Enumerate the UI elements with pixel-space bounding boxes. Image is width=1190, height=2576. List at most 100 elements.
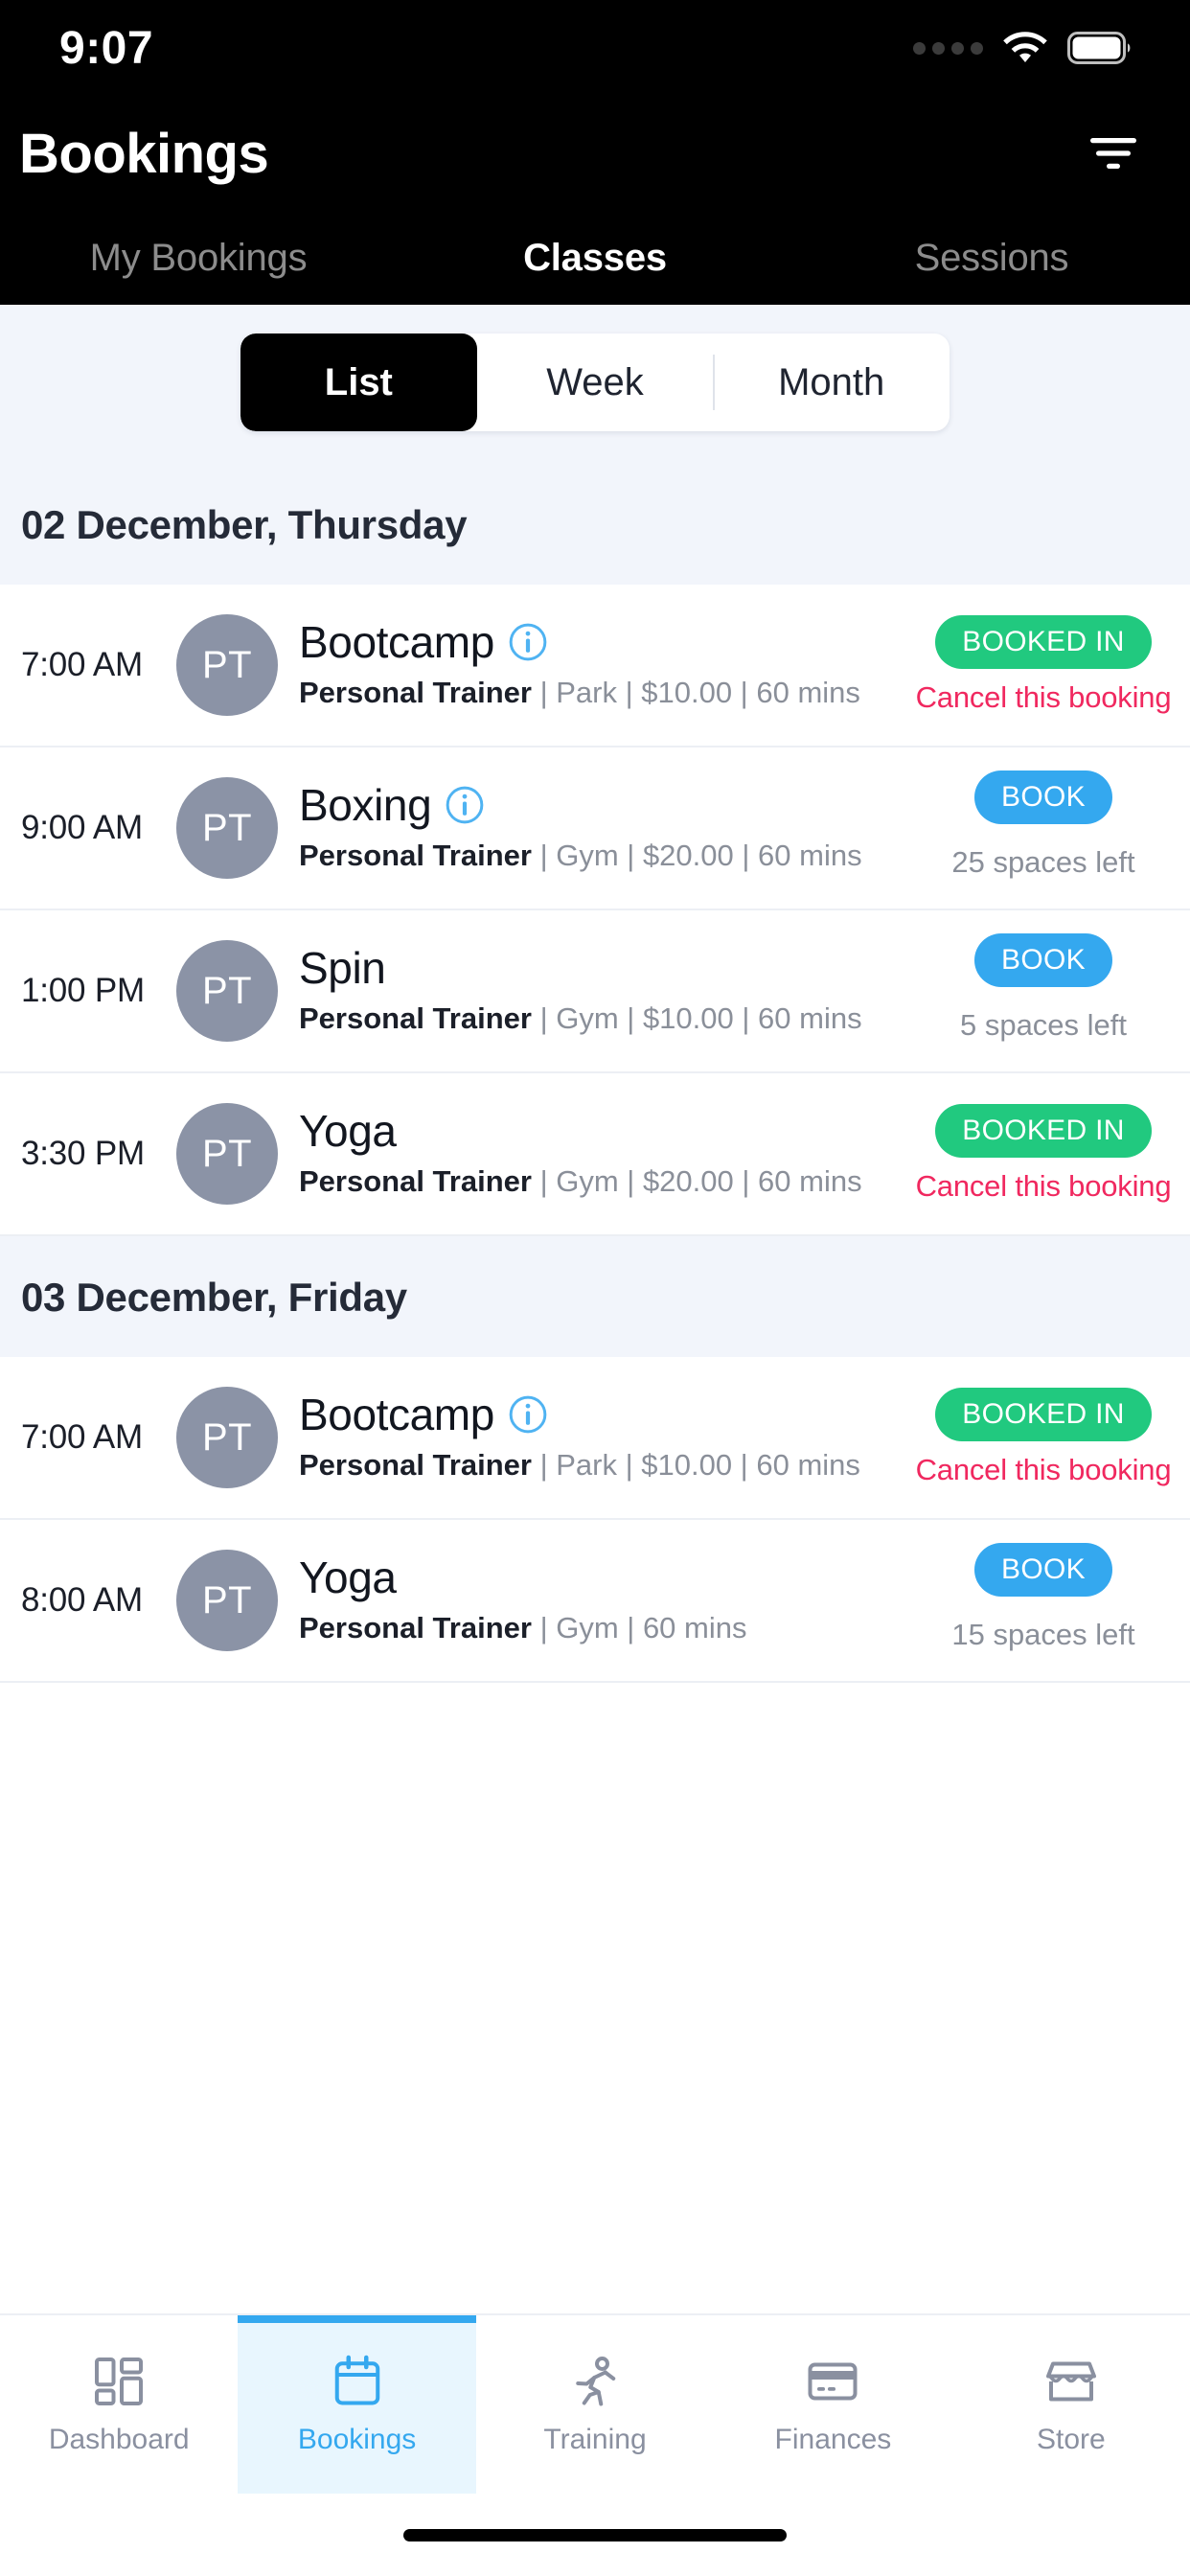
booking-title-row: Yoga (299, 1553, 901, 1602)
home-indicator (403, 2528, 787, 2542)
bottom-navigation: Dashboard Bookings Training Finances Sto… (0, 2313, 1190, 2494)
booking-action: BOOKED IN Cancel this booking (914, 1104, 1173, 1204)
status-bar-indicators (913, 31, 1134, 65)
booking-details: Yoga Personal Trainer | Gym | $20.00 | 60… (299, 1107, 914, 1202)
booking-time: 8:00 AM (21, 1581, 144, 1620)
header-region: 9:07 Bookings My Bookings Classes Sessio… (0, 0, 1190, 305)
nav-item-store[interactable]: Store (952, 2315, 1190, 2494)
booking-action: BOOK 5 spaces left (914, 933, 1173, 1048)
booking-meta: | Gym | $20.00 | 60 mins (531, 1164, 862, 1199)
tab-sessions[interactable]: Sessions (793, 237, 1190, 280)
page-title: Bookings (19, 122, 269, 185)
cancel-booking-link[interactable]: Cancel this booking (916, 680, 1172, 715)
nav-item-bookings[interactable]: Bookings (238, 2315, 477, 2494)
book-button[interactable]: BOOK (974, 1543, 1112, 1598)
booking-action: BOOKED IN Cancel this booking (914, 615, 1173, 715)
booked-in-badge[interactable]: BOOKED IN (935, 615, 1152, 669)
tab-my-bookings[interactable]: My Bookings (0, 237, 397, 280)
trainer-name: Personal Trainer (299, 1164, 532, 1199)
view-toggle-month[interactable]: Month (713, 334, 950, 431)
booking-title: Bootcamp (299, 616, 494, 667)
nav-label-store: Store (1036, 2424, 1106, 2455)
booking-row[interactable]: 8:00 AM PT Yoga Personal Trainer | Gym | 60… (0, 1520, 1190, 1684)
avatar: PT (176, 1103, 278, 1206)
cancel-booking-link[interactable]: Cancel this booking (916, 1169, 1172, 1204)
nav-item-dashboard[interactable]: Dashboard (0, 2315, 238, 2494)
booking-row[interactable]: 7:00 AM PT Bootcamp Personal Trainer | Park… (0, 1357, 1190, 1521)
booked-in-badge[interactable]: BOOKED IN (935, 1104, 1152, 1159)
booking-action: BOOKED IN Cancel this booking (914, 1388, 1173, 1487)
bookings-list[interactable]: 02 December, Thursday 7:00 AM PT Bootcamp Pe… (0, 464, 1190, 2313)
spaces-left-text: 25 spaces left (951, 845, 1135, 879)
dashboard-grid-icon (95, 2357, 144, 2406)
running-person-icon (576, 2356, 616, 2406)
battery-full-icon (1067, 32, 1131, 64)
booked-in-badge[interactable]: BOOKED IN (935, 1388, 1152, 1442)
tab-classes[interactable]: Classes (397, 237, 793, 280)
booking-meta: | Park | $10.00 | 60 mins (531, 1448, 860, 1483)
info-icon[interactable] (508, 622, 548, 662)
app-screen: 9:07 Bookings My Bookings Classes Sessio… (0, 0, 1190, 2576)
nav-label-dashboard: Dashboard (48, 2424, 190, 2455)
trainer-name: Personal Trainer (299, 1001, 532, 1036)
view-toggle-list[interactable]: List (240, 334, 477, 431)
booking-title-row: Bootcamp (299, 616, 901, 667)
booking-details: Bootcamp Personal Trainer | Park | $10.00… (299, 1391, 914, 1485)
view-toggle-week[interactable]: Week (477, 334, 714, 431)
booking-title: Yoga (299, 1105, 397, 1156)
booking-row[interactable]: 9:00 AM PT Boxing Personal Trainer | Gym | … (0, 748, 1190, 911)
booking-time: 1:00 PM (21, 972, 145, 1010)
booking-meta: | Park | $10.00 | 60 mins (531, 676, 860, 710)
booking-action: BOOK 25 spaces left (914, 770, 1173, 886)
booking-time: 7:00 AM (21, 1418, 144, 1457)
book-button[interactable]: BOOK (974, 770, 1112, 824)
booking-title-row: Spin (299, 944, 901, 993)
avatar: PT (176, 1550, 278, 1652)
home-indicator-area (0, 2494, 1190, 2576)
booking-meta: | Gym | $10.00 | 60 mins (531, 1001, 862, 1036)
calendar-icon (334, 2355, 379, 2405)
booking-subtitle: Personal Trainer | Gym | $20.00 | 60 min… (299, 837, 901, 875)
avatar: PT (176, 777, 278, 880)
booking-time: 7:00 AM (21, 646, 144, 683)
booking-subtitle: Personal Trainer | Park | $10.00 | 60 mi… (299, 1446, 901, 1484)
signal-dots-icon (913, 41, 983, 55)
spaces-left-text: 5 spaces left (959, 1008, 1128, 1043)
nav-label-training: Training (543, 2424, 647, 2455)
booking-details: Boxing Personal Trainer | Gym | $20.00 | … (299, 779, 914, 876)
app-bar: Bookings (0, 96, 1190, 211)
info-icon[interactable] (508, 1394, 548, 1435)
booking-details: Bootcamp Personal Trainer | Park | $10.00… (299, 616, 914, 713)
booking-subtitle: Personal Trainer | Gym | $10.00 | 60 min… (299, 1000, 901, 1038)
trainer-name: Personal Trainer (299, 676, 532, 710)
booking-title: Spin (299, 942, 386, 993)
booking-subtitle: Personal Trainer | Park | $10.00 | 60 mi… (299, 674, 901, 712)
status-bar: 9:07 (0, 0, 1190, 96)
booking-action: BOOK 15 spaces left (914, 1543, 1173, 1658)
booking-title: Bootcamp (299, 1389, 494, 1439)
booking-subtitle: Personal Trainer | Gym | 60 mins (299, 1609, 901, 1647)
booking-meta: | Gym | 60 mins (531, 1611, 747, 1645)
cancel-booking-link[interactable]: Cancel this booking (916, 1453, 1172, 1487)
info-icon[interactable] (445, 785, 485, 825)
trainer-name: Personal Trainer (299, 1448, 532, 1483)
view-toggle: List Week Month (240, 334, 950, 431)
top-tab-bar: My Bookings Classes Sessions (0, 211, 1190, 305)
booking-row[interactable]: 3:30 PM PT Yoga Personal Trainer | Gym | $2… (0, 1073, 1190, 1237)
avatar: PT (176, 614, 278, 716)
booking-meta: | Gym | $20.00 | 60 mins (531, 839, 862, 873)
booking-details: Yoga Personal Trainer | Gym | 60 mins (299, 1553, 914, 1648)
spaces-left-text: 15 spaces left (951, 1618, 1135, 1652)
nav-item-training[interactable]: Training (476, 2315, 714, 2494)
credit-card-icon (808, 2362, 858, 2401)
booking-row[interactable]: 7:00 AM PT Bootcamp Personal Trainer | Park… (0, 585, 1190, 748)
book-button[interactable]: BOOK (974, 933, 1112, 988)
filter-icon[interactable] (1088, 134, 1138, 172)
booking-row[interactable]: 1:00 PM PT Spin Personal Trainer | Gym | $1… (0, 910, 1190, 1074)
booking-title-row: Bootcamp (299, 1391, 901, 1439)
wifi-icon (1003, 32, 1047, 62)
nav-item-finances[interactable]: Finances (714, 2315, 951, 2494)
booking-title: Boxing (299, 779, 432, 830)
booking-time: 3:30 PM (21, 1135, 145, 1173)
booking-subtitle: Personal Trainer | Gym | $20.00 | 60 min… (299, 1162, 901, 1201)
